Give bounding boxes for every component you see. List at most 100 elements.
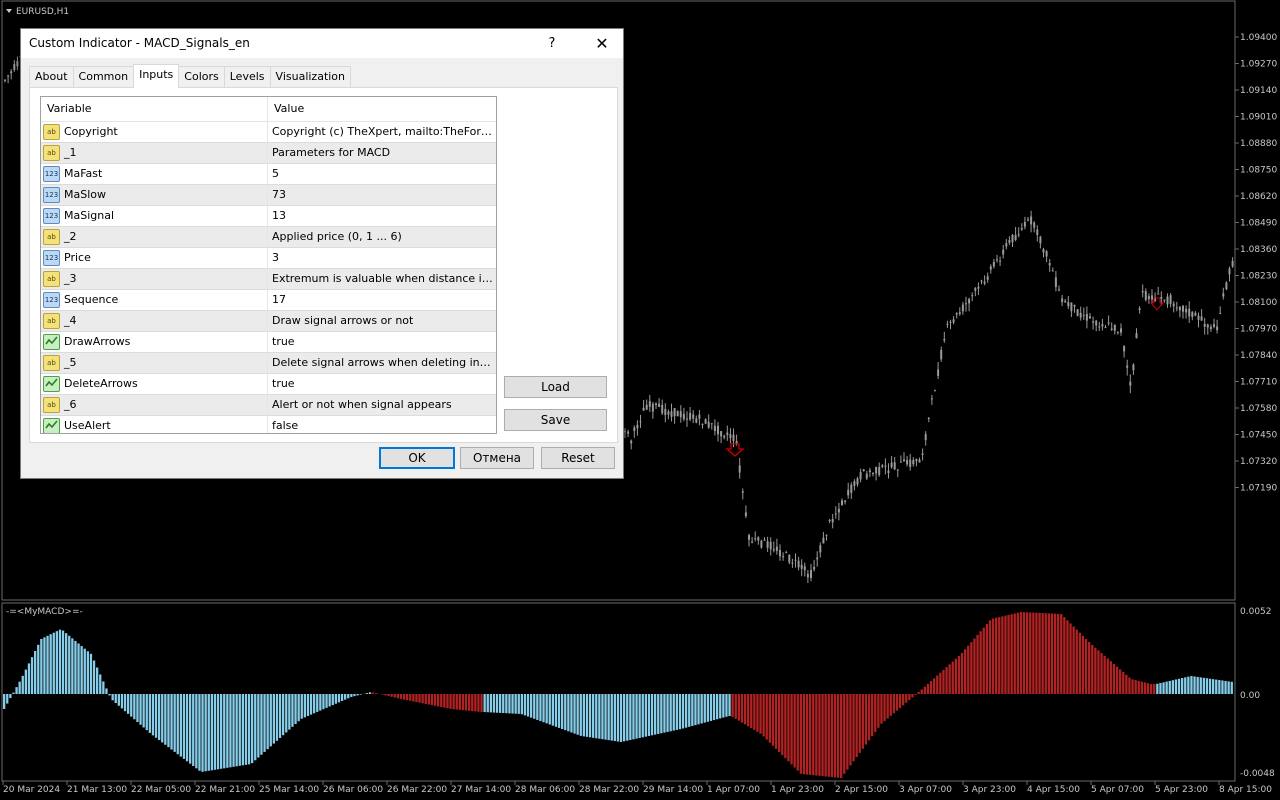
candle-body [977,286,980,289]
candle-body [1228,268,1231,275]
column-header-variable[interactable]: Variable [41,97,268,121]
value-cell[interactable]: false [268,416,494,433]
reset-button[interactable]: Reset [541,447,615,469]
variable-cell: ab _4 [41,311,268,331]
macd-bar [849,694,852,766]
macd-bar [753,694,756,730]
price-tick-label: 1.09270 [1240,60,1277,70]
input-row-price[interactable]: 123 Price 3 [41,248,496,269]
tab-about[interactable]: About [29,66,74,87]
input-row-u1[interactable]: ab _1 Parameters for MACD [41,143,496,164]
indicator-dialog[interactable]: Custom Indicator - MACD_Signals_en ? ✕ A… [20,28,624,479]
value-cell[interactable]: Extremum is valuable when distance in ba… [268,269,494,289]
candle-body [1172,303,1175,307]
value-cell[interactable]: 3 [268,248,494,268]
value-cell[interactable]: 17 [268,290,494,310]
macd-bar [1134,680,1137,694]
macd-bar [554,694,558,727]
candle-body [751,541,754,543]
value-cell[interactable]: true [268,374,494,394]
macd-bar [489,694,492,713]
value-cell[interactable]: Draw signal arrows or not [268,311,494,331]
candle-body [1144,291,1147,300]
value-cell[interactable]: 73 [268,185,494,205]
variable-cell: 123 Price [41,248,268,268]
tab-common[interactable]: Common [72,66,135,87]
close-button[interactable]: ✕ [591,33,613,55]
macd-bar [235,694,238,767]
candle-body [881,465,884,467]
candle-body [1039,236,1042,244]
value-cell[interactable]: 5 [268,164,494,184]
input-row-u5[interactable]: ab _5 Delete signal arrows when deleting i… [41,353,496,374]
value-cell[interactable]: true [268,332,494,352]
string-type-icon: ab [43,313,60,329]
macd-bar [344,694,347,700]
candle-body [1225,282,1228,290]
input-row-maslow[interactable]: 123 MaSlow 73 [41,185,496,206]
variable-name: _2 [64,230,77,243]
macd-bar [567,694,570,732]
candle-body [918,459,921,463]
macd-bar [161,694,164,743]
macd-bar [350,694,353,697]
indicator-tick-label: 0.00 [1240,691,1260,701]
macd-bar [325,694,328,708]
value-cell[interactable]: Alert or not when signal appears [268,395,494,415]
tab-levels[interactable]: Levels [223,66,271,87]
candle-body [673,408,676,417]
input-row-sequence[interactable]: 123 Sequence 17 [41,290,496,311]
input-row-u3[interactable]: ab _3 Extremum is valuable when distance i… [41,269,496,290]
value-cell[interactable]: Parameters for MACD [268,143,494,163]
candle-body [1058,289,1060,291]
variable-cell: ab _2 [41,227,268,247]
candle-body [757,537,760,541]
save-button[interactable]: Save [504,409,607,431]
cancel-button[interactable]: Отмена [460,447,534,469]
value-cell[interactable]: Applied price (0, 1 ... 6) [268,227,494,247]
input-row-copyright[interactable]: ab Copyright Copyright (c) TheXpert, mailt… [41,122,496,143]
value-cell[interactable]: Copyright (c) TheXpert, mailto:TheForEXp… [268,122,494,142]
macd-bar [285,694,288,733]
macd-bar [985,624,988,694]
input-row-drawarrows[interactable]: DrawArrows true [41,332,496,353]
macd-bar [269,694,272,747]
candle-body [850,484,853,493]
inputs-grid[interactable]: Variable Value ab Copyright Copyright (c) … [40,96,497,434]
macd-bar [173,694,176,752]
input-row-usealert[interactable]: UseAlert false [41,416,496,433]
tab-visualization[interactable]: Visualization [269,66,352,87]
input-row-u4[interactable]: ab _4 Draw signal arrows or not [41,311,496,332]
candle-body [729,434,732,439]
candle-body [1120,328,1122,333]
dialog-titlebar[interactable]: Custom Indicator - MACD_Signals_en ? ✕ [21,29,623,58]
tab-colors[interactable]: Colors [178,66,225,87]
candle-body [912,459,915,465]
tab-inputs[interactable]: Inputs [133,64,180,88]
macd-bar [697,694,700,725]
column-header-value[interactable]: Value [268,97,304,121]
load-button[interactable]: Load [504,376,607,398]
candle-body [1132,364,1135,371]
macd-bar [508,694,511,714]
macd-bar [223,694,226,769]
macd-bar [418,694,421,703]
candle-body [958,312,961,314]
macd-bar [799,694,802,774]
input-row-u6[interactable]: ab _6 Alert or not when signal appears [41,395,496,416]
help-button[interactable]: ? [541,33,563,55]
candle-body [989,266,992,270]
macd-bar [86,651,89,694]
candle-body [1036,229,1039,236]
ok-button[interactable]: OK [379,447,455,469]
input-row-masignal[interactable]: 123 MaSignal 13 [41,206,496,227]
macd-bar [805,694,809,775]
value-cell[interactable]: 13 [268,206,494,226]
value-cell[interactable]: Delete signal arrows when deleting indic… [268,353,494,373]
input-row-u2[interactable]: ab _2 Applied price (0, 1 ... 6) [41,227,496,248]
price-tick-label: 1.07450 [1240,431,1277,441]
macd-bar [771,694,775,746]
input-row-deletearrows[interactable]: DeleteArrows true [41,374,496,395]
input-row-mafast[interactable]: 123 MaFast 5 [41,164,496,185]
candle-body [1070,302,1073,312]
